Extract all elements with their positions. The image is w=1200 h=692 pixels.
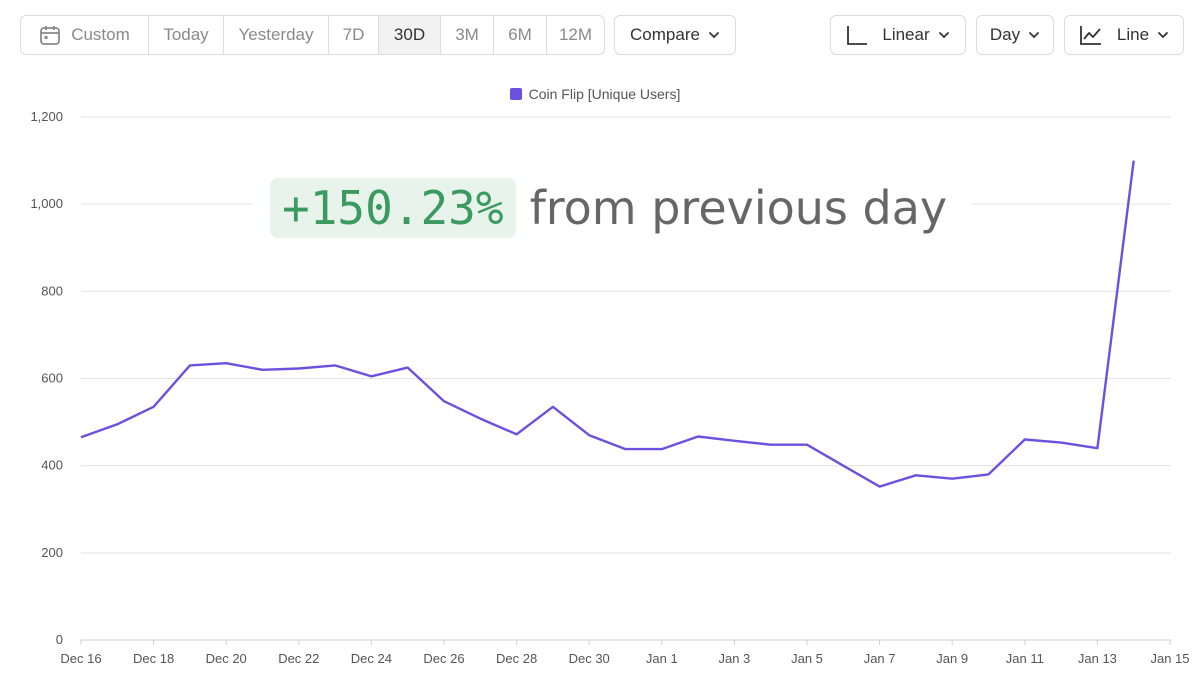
y-tick-label: 800 xyxy=(41,283,63,298)
legend-swatch xyxy=(509,88,522,100)
x-tick-label: Jan 9 xyxy=(936,651,968,666)
range-today-button[interactable]: Today xyxy=(149,16,224,54)
date-range-selector: Custom Today Yesterday 7D 30D 3M 6M 12M xyxy=(20,15,605,55)
chevron-down-icon xyxy=(1028,31,1040,39)
range-3m-button[interactable]: 3M xyxy=(441,16,494,54)
range-custom-label: Custom xyxy=(71,25,130,44)
y-axis-ticks: 0 200 400 600 800 1,000 1,200 xyxy=(30,109,63,647)
change-description: from previous day xyxy=(529,181,948,235)
y-tick-label: 600 xyxy=(41,371,63,386)
range-7d-button[interactable]: 7D xyxy=(329,16,379,54)
x-tick-label: Dec 22 xyxy=(278,651,319,666)
x-tick-label: Jan 13 xyxy=(1078,651,1117,666)
change-annotation: +150.23% from previous day xyxy=(252,176,972,240)
x-tick-label: Dec 24 xyxy=(351,651,392,666)
range-yesterday-button[interactable]: Yesterday xyxy=(224,16,329,54)
x-tick-label: Jan 15 xyxy=(1150,651,1189,666)
interval-label: Day xyxy=(989,25,1021,44)
x-tick-label: Dec 18 xyxy=(133,651,174,666)
line-chart-icon xyxy=(1079,24,1103,46)
x-tick-label: Jan 3 xyxy=(718,651,750,666)
toolbar: Custom Today Yesterday 7D 30D 3M 6M 12M … xyxy=(20,15,1184,55)
chevron-down-icon xyxy=(708,31,720,39)
compare-label: Compare xyxy=(630,25,700,44)
chevron-down-icon xyxy=(938,31,950,39)
chart-type-dropdown[interactable]: Line xyxy=(1064,15,1184,55)
chevron-down-icon xyxy=(1157,31,1169,39)
chart-type-label: Line xyxy=(1116,25,1150,44)
calendar-icon xyxy=(39,24,61,46)
y-tick-label: 400 xyxy=(41,458,63,473)
line-chart: 02004006008001,0001,200 Dec 16 Dec 18 Dec … xyxy=(30,109,1190,666)
x-tick-label: Jan 11 xyxy=(1006,651,1044,666)
x-tick-label: Dec 26 xyxy=(423,651,464,666)
interval-dropdown[interactable]: Day xyxy=(976,15,1054,55)
x-tick-label: Dec 20 xyxy=(206,651,247,666)
range-6m-button[interactable]: 6M xyxy=(494,16,547,54)
percent-change-badge: +150.23% xyxy=(270,178,516,238)
scale-label: Linear xyxy=(882,25,930,44)
x-axis-ticks: Dec 16 Dec 18 Dec 20 Dec 22 Dec 24 Dec 26 Dec … xyxy=(60,640,1190,666)
legend-label[interactable]: Coin Flip [Unique Users] xyxy=(529,86,681,102)
range-custom-button[interactable]: Custom xyxy=(21,16,149,54)
y-tick-label: 200 xyxy=(41,545,63,560)
range-30d-button[interactable]: 30D xyxy=(379,16,441,54)
scale-dropdown[interactable]: Linear xyxy=(830,15,966,55)
y-tick-label: 0 xyxy=(56,632,63,647)
x-tick-label: Jan 1 xyxy=(646,651,678,666)
x-tick-label: Jan 7 xyxy=(864,651,896,666)
range-12m-button[interactable]: 12M xyxy=(547,16,604,54)
x-tick-label: Dec 28 xyxy=(496,651,537,666)
x-tick-label: Jan 5 xyxy=(791,651,823,666)
compare-dropdown[interactable]: Compare xyxy=(614,15,736,55)
chart-legend: Coin Flip [Unique Users] xyxy=(0,86,1190,102)
y-tick-label: 1,000 xyxy=(30,196,63,211)
x-tick-label: Dec 30 xyxy=(569,651,610,666)
y-tick-label: 1,200 xyxy=(30,109,63,124)
axis-icon xyxy=(846,24,868,46)
x-tick-label: Dec 16 xyxy=(60,651,101,666)
